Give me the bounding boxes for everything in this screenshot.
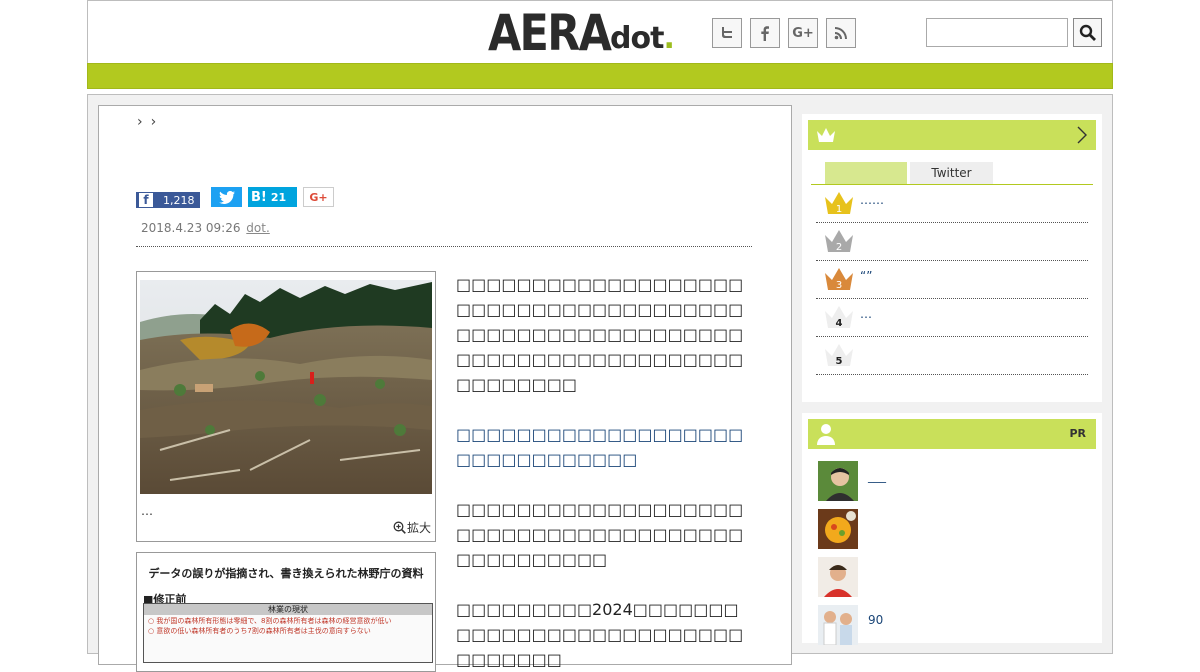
article-panel: ›› f 1,218 B! 21 G+ 2018.4.23 09:26 dot. bbox=[98, 105, 792, 672]
ranking-item-text: … bbox=[860, 307, 872, 321]
pr-item[interactable]: ___ bbox=[818, 461, 1090, 501]
ranking-item[interactable]: 2 bbox=[816, 223, 1088, 261]
document-table-row: ○ 我が国の森林所有形態は零細で、8割の森林所有者は森林の経営意欲が低い bbox=[148, 617, 392, 625]
breadcrumb-separator[interactable]: › bbox=[137, 114, 151, 130]
zoom-label: 拡大 bbox=[406, 521, 431, 535]
aera-dot-logo[interactable]: AERA dot. bbox=[488, 7, 683, 59]
pr-item[interactable]: 90 bbox=[818, 605, 1090, 645]
crown-icon: 5 bbox=[825, 344, 853, 367]
rss-icon[interactable] bbox=[826, 18, 856, 48]
zoom-button[interactable]: 拡大 bbox=[393, 519, 431, 536]
svg-text:5: 5 bbox=[836, 356, 843, 367]
crown-icon: 4 bbox=[825, 306, 853, 329]
pr-label: PR bbox=[1069, 427, 1086, 440]
svg-text:3: 3 bbox=[836, 280, 842, 291]
twitter-icon bbox=[218, 190, 235, 204]
googleplus-share-button[interactable]: G+ bbox=[303, 187, 334, 207]
breadcrumb: ›› bbox=[137, 114, 164, 130]
twitter-icon[interactable] bbox=[712, 18, 742, 48]
document-table: 林業の現状 ○ 我が国の森林所有形態は零細で、8割の森林所有者は森林の経営意欲が… bbox=[143, 603, 433, 663]
article-date: 2018.4.23 09:26 bbox=[141, 221, 241, 235]
googleplus-icon: G+ bbox=[309, 190, 328, 204]
gold-crown-icon: 1 bbox=[825, 192, 853, 215]
pr-panel: PR ___ 90 bbox=[802, 413, 1102, 645]
logo-dot-text: dot. bbox=[610, 21, 675, 56]
pr-item[interactable] bbox=[818, 509, 1090, 549]
pr-item-text: 90 bbox=[868, 613, 884, 627]
ranking-item-text: …… bbox=[860, 193, 884, 207]
article-photo-figure: … 拡大 bbox=[136, 271, 436, 542]
hatena-bookmark-button[interactable]: B! 21 bbox=[248, 187, 297, 207]
pr-item-text: ___ bbox=[868, 469, 886, 483]
document-title: データの誤りが指摘され、書き換えられた林野庁の資料 bbox=[148, 567, 424, 580]
article-subheading-link[interactable]: □□□□□□□□□□□□□□□□□□□□□□□□□□□□□□□ bbox=[456, 422, 752, 472]
bronze-crown-icon: 3 bbox=[825, 268, 853, 291]
tab-twitter[interactable]: Twitter bbox=[910, 162, 993, 184]
divider bbox=[136, 246, 752, 247]
ranking-item[interactable]: 4 … bbox=[816, 299, 1088, 337]
svg-text:4: 4 bbox=[836, 318, 843, 329]
zoom-in-icon bbox=[393, 521, 406, 534]
pr-thumbnail bbox=[818, 557, 858, 597]
document-table-row: ○ 意欲の低い森林所有者のうち7割の森林所有者は主伐の意向すらない bbox=[148, 627, 371, 635]
search-button[interactable] bbox=[1073, 18, 1102, 47]
ranking-header[interactable] bbox=[808, 120, 1096, 150]
svg-text:1: 1 bbox=[836, 204, 842, 215]
pr-thumbnail bbox=[818, 605, 858, 645]
ranking-item-text: “” bbox=[860, 269, 873, 283]
article-paragraph: □□□□□□□□□□□□□□□□□□□□□□□□□□□□□□□□□□□□□□□□… bbox=[456, 275, 744, 394]
crown-icon bbox=[817, 128, 835, 142]
photo-caption: … bbox=[141, 504, 153, 518]
clearcut-forest-photo[interactable] bbox=[140, 280, 432, 494]
article-paragraph: □□□□□□□□□2024□□□□□□□□□□□□□□□□□□□□□□□□□□□… bbox=[456, 600, 744, 669]
breadcrumb-separator[interactable]: › bbox=[151, 114, 165, 130]
facebook-icon: f bbox=[139, 193, 153, 207]
pr-thumbnail bbox=[818, 509, 858, 549]
ranking-item[interactable]: 3 “” bbox=[816, 261, 1088, 299]
hatena-icon: B! bbox=[251, 189, 267, 205]
pr-thumbnail bbox=[818, 461, 858, 501]
chevron-right-icon bbox=[1077, 126, 1087, 144]
pr-item[interactable] bbox=[818, 557, 1090, 597]
pr-header: PR bbox=[808, 419, 1096, 449]
search-input[interactable] bbox=[926, 18, 1068, 47]
document-table-header: 林業の現状 bbox=[144, 604, 432, 615]
ranking-item[interactable]: 5 bbox=[816, 337, 1088, 375]
facebook-icon[interactable] bbox=[750, 18, 780, 48]
googleplus-icon[interactable]: G+ bbox=[788, 18, 818, 48]
logo-aera-text: AERA bbox=[488, 4, 612, 62]
facebook-share-count: 1,218 bbox=[163, 193, 195, 207]
svg-text:2: 2 bbox=[836, 242, 842, 253]
search-icon bbox=[1079, 24, 1096, 41]
article-dateline: 2018.4.23 09:26 dot. bbox=[141, 221, 270, 235]
twitter-share-button[interactable] bbox=[211, 187, 242, 207]
ranking-panel: Twitter 1 …… 2 3 “” 4 … 5 bbox=[802, 114, 1102, 402]
facebook-share-button[interactable]: f 1,218 bbox=[136, 192, 200, 208]
silver-crown-icon: 2 bbox=[825, 230, 853, 253]
article-paragraph: □□□□□□□□□□□□□□□□□□□□□□□□□□□□□□□□□□□□□□□□… bbox=[456, 500, 744, 569]
person-icon bbox=[817, 424, 835, 445]
tab-ranking[interactable] bbox=[825, 162, 907, 184]
global-nav-bar bbox=[87, 63, 1113, 89]
document-image-figure[interactable]: データの誤りが指摘され、書き換えられた林野庁の資料 ■修正前 林業の現状 ○ 我… bbox=[136, 552, 436, 672]
ranking-item[interactable]: 1 …… bbox=[816, 185, 1088, 223]
hatena-count: 21 bbox=[270, 190, 287, 204]
article-source-link[interactable]: dot. bbox=[246, 221, 269, 235]
